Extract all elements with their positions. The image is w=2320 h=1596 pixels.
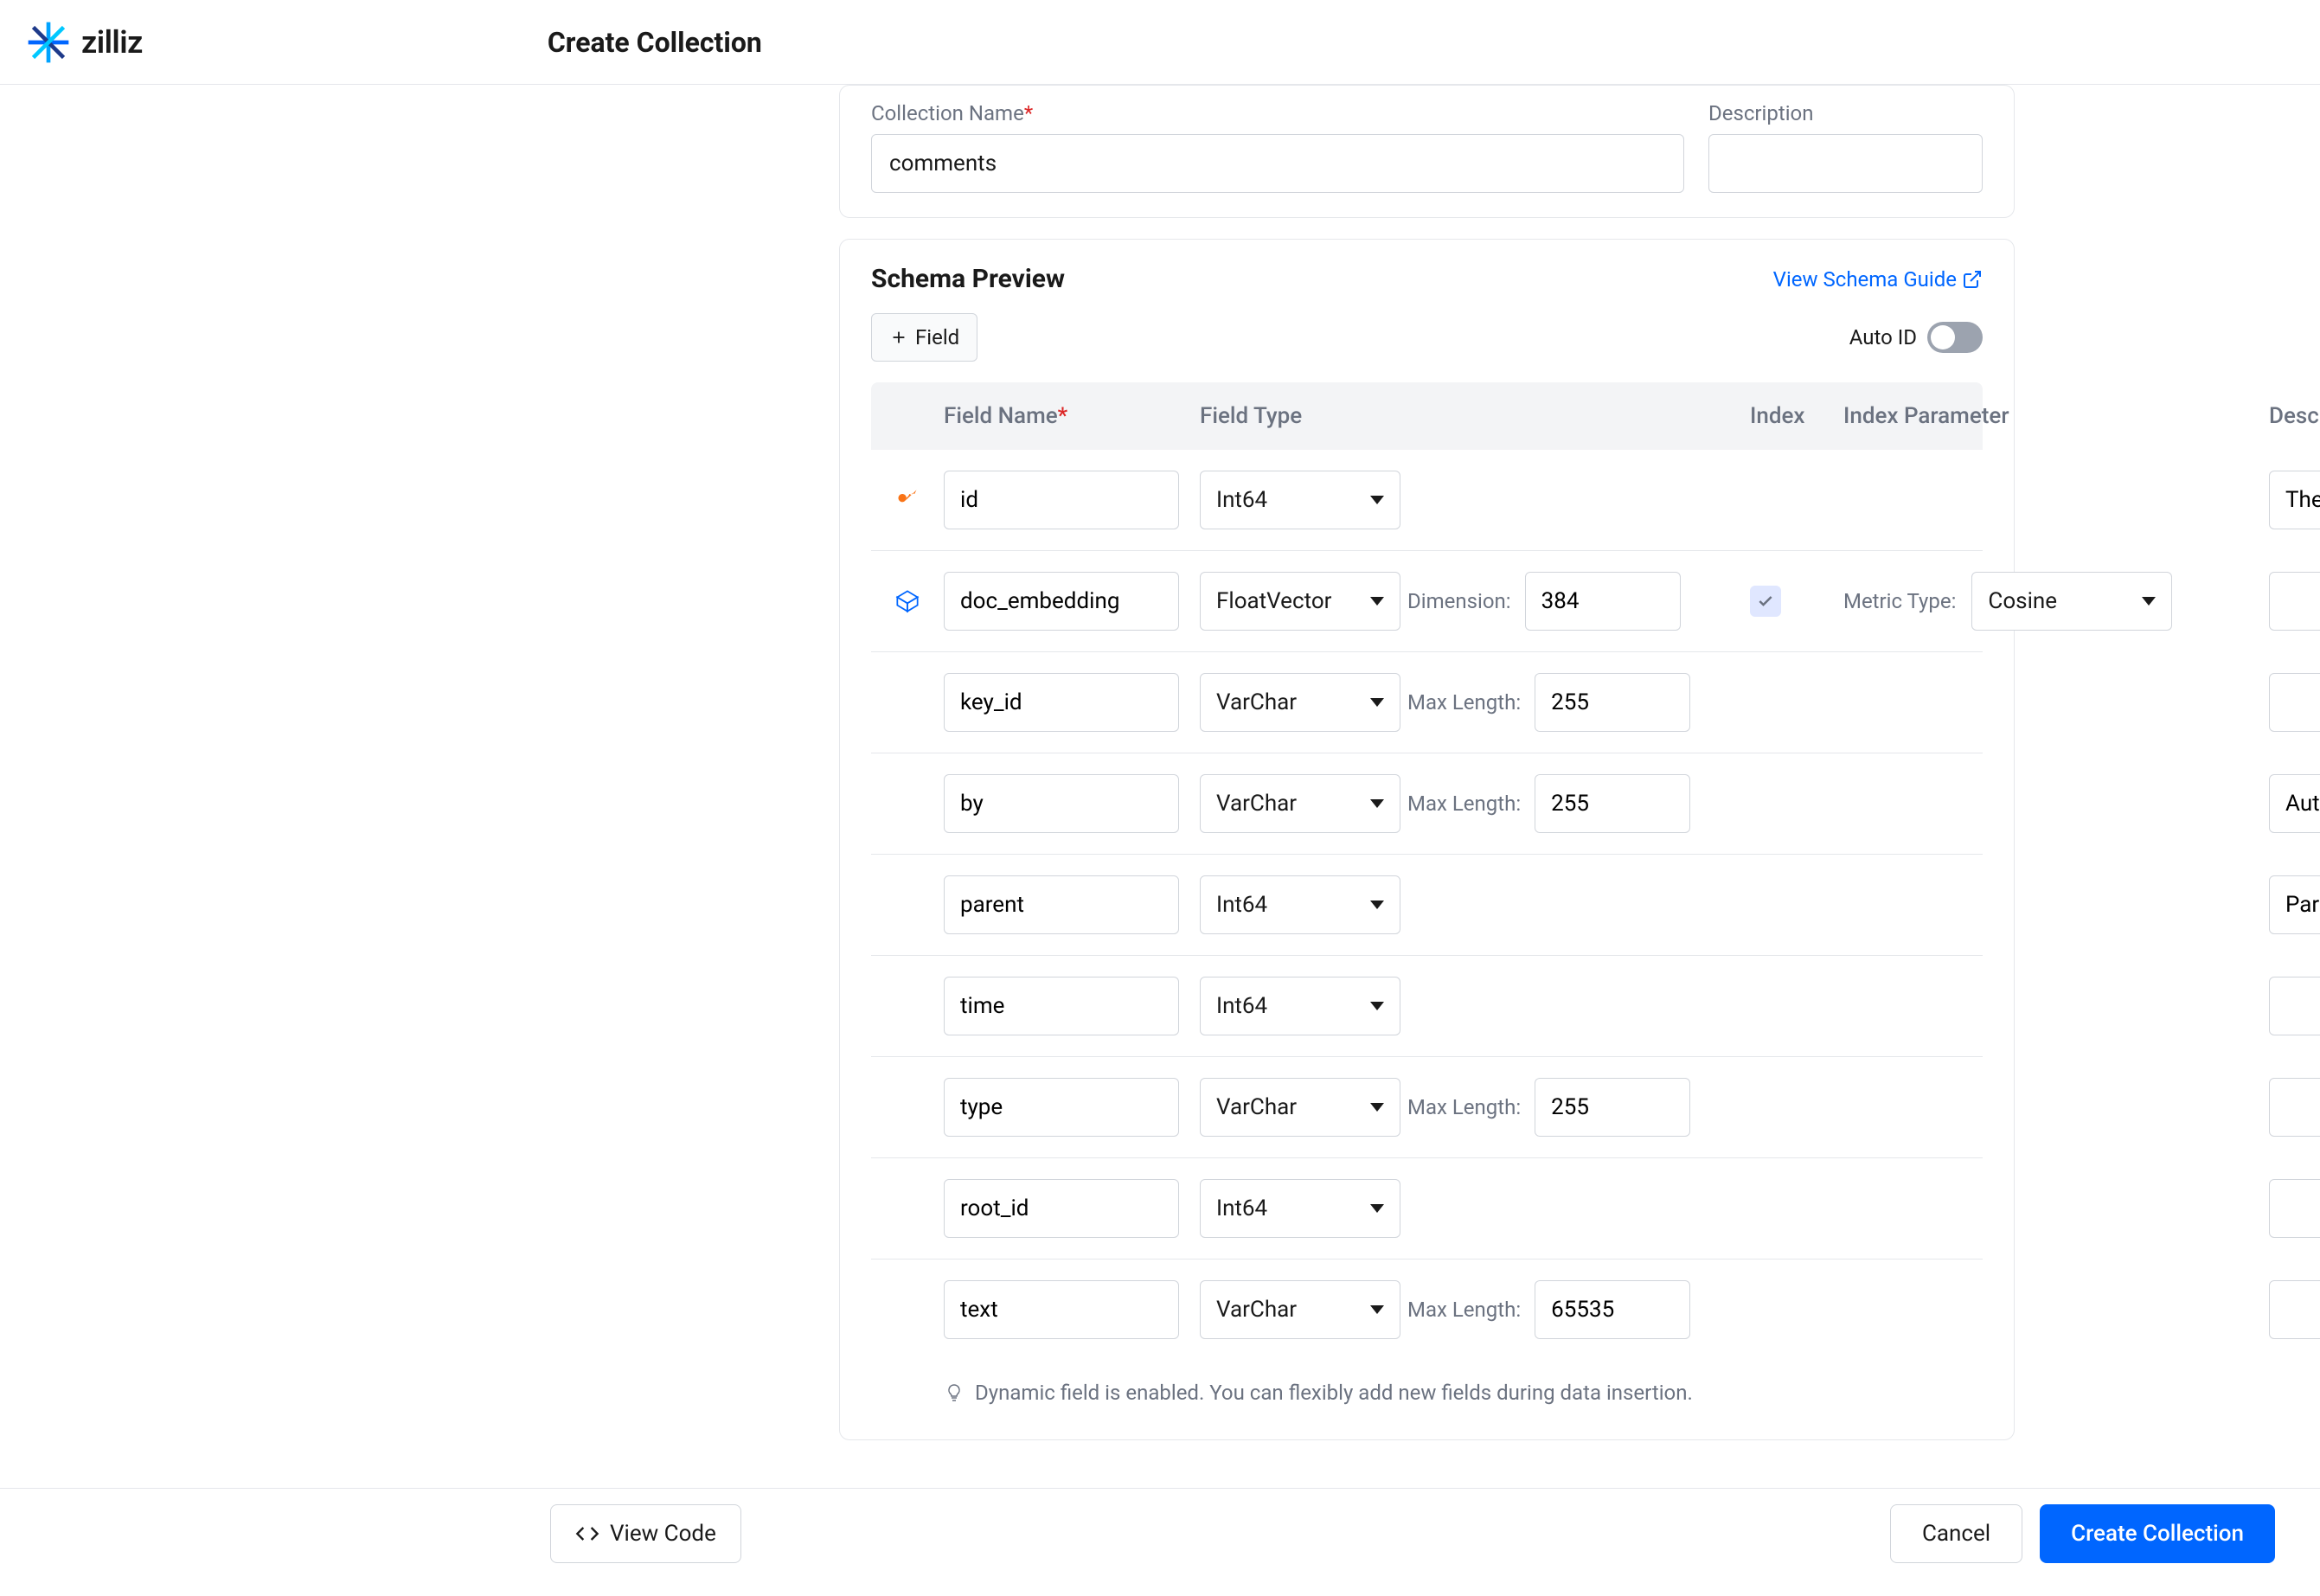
field-name-input[interactable] bbox=[944, 1280, 1179, 1339]
chevron-down-icon bbox=[1370, 1002, 1384, 1010]
collection-name-input[interactable] bbox=[871, 134, 1684, 193]
max_length-input[interactable] bbox=[1535, 1078, 1690, 1137]
col-field-name: Field Name* bbox=[944, 403, 1200, 429]
field-description-input[interactable] bbox=[2269, 875, 2320, 934]
footer-bar: View Code Cancel Create Collection bbox=[0, 1488, 2320, 1578]
metric-type-label: Metric Type: bbox=[1843, 589, 1956, 613]
lightbulb-icon bbox=[944, 1382, 965, 1403]
dynamic-field-hint: Dynamic field is enabled. You can flexib… bbox=[871, 1381, 1983, 1405]
field-name-input[interactable] bbox=[944, 572, 1179, 631]
brand-name: zilliz bbox=[81, 24, 143, 61]
chevron-down-icon bbox=[1370, 799, 1384, 808]
table-row: FloatVectorDimension:Metric Type:Cosine bbox=[871, 551, 1983, 652]
field-type-select[interactable]: Int64 bbox=[1200, 1179, 1400, 1238]
max_length-label: Max Length: bbox=[1407, 1095, 1521, 1119]
view-code-button[interactable]: View Code bbox=[550, 1504, 741, 1563]
field-description-input[interactable] bbox=[2269, 673, 2320, 732]
key-icon bbox=[895, 488, 920, 512]
cancel-button[interactable]: Cancel bbox=[1890, 1504, 2022, 1563]
chevron-down-icon bbox=[1370, 698, 1384, 707]
chevron-down-icon bbox=[1370, 1103, 1384, 1112]
external-link-icon bbox=[1962, 269, 1983, 290]
vector-icon bbox=[895, 589, 920, 613]
create-collection-button[interactable]: Create Collection bbox=[2040, 1504, 2275, 1563]
field-type-select[interactable]: VarChar bbox=[1200, 1078, 1400, 1137]
schema-guide-link[interactable]: View Schema Guide bbox=[1773, 267, 1983, 292]
auto-id-toggle[interactable] bbox=[1927, 322, 1983, 353]
plus-icon bbox=[889, 328, 908, 347]
field-name-input[interactable] bbox=[944, 977, 1179, 1035]
field-type-select[interactable]: FloatVector bbox=[1200, 572, 1400, 631]
chevron-down-icon bbox=[1370, 901, 1384, 909]
brand-logo[interactable]: zilliz bbox=[24, 18, 143, 67]
collection-name-label: Collection Name* bbox=[871, 101, 1684, 125]
field-description-input[interactable] bbox=[2269, 1280, 2320, 1339]
chevron-down-icon bbox=[1370, 496, 1384, 504]
field-description-input[interactable] bbox=[2269, 774, 2320, 833]
table-row: VarChar Max Length: bbox=[871, 1259, 1983, 1360]
field-name-input[interactable] bbox=[944, 673, 1179, 732]
field-type-select[interactable]: Int64 bbox=[1200, 471, 1400, 529]
chevron-down-icon bbox=[1370, 1305, 1384, 1314]
dimension-input[interactable] bbox=[1525, 572, 1681, 631]
table-row: Int64 bbox=[871, 956, 1983, 1057]
top-bar: zilliz Create Collection bbox=[0, 0, 2320, 85]
field-name-input[interactable] bbox=[944, 1078, 1179, 1137]
field-type-select[interactable]: Int64 bbox=[1200, 875, 1400, 934]
index-checkbox[interactable] bbox=[1750, 586, 1781, 617]
table-row: VarChar Max Length: bbox=[871, 753, 1983, 855]
description-label: Description bbox=[1708, 101, 1983, 125]
zilliz-logo-icon bbox=[24, 18, 73, 67]
schema-title: Schema Preview bbox=[871, 264, 1065, 294]
table-row: Int64 bbox=[871, 1158, 1983, 1259]
max_length-label: Max Length: bbox=[1407, 792, 1521, 816]
collection-info-card: Collection Name* Description bbox=[839, 85, 2015, 218]
field-description-input[interactable] bbox=[2269, 572, 2320, 631]
table-row: Int64 bbox=[871, 450, 1983, 551]
field-type-select[interactable]: VarChar bbox=[1200, 673, 1400, 732]
description-input[interactable] bbox=[1708, 134, 1983, 193]
add-field-button[interactable]: Field bbox=[871, 313, 977, 362]
field-type-select[interactable]: VarChar bbox=[1200, 774, 1400, 833]
field-description-input[interactable] bbox=[2269, 977, 2320, 1035]
max_length-input[interactable] bbox=[1535, 673, 1690, 732]
field-name-input[interactable] bbox=[944, 774, 1179, 833]
max_length-label: Max Length: bbox=[1407, 690, 1521, 715]
chevron-down-icon bbox=[2142, 597, 2156, 606]
max_length-input[interactable] bbox=[1535, 1280, 1690, 1339]
chevron-down-icon bbox=[1370, 1204, 1384, 1213]
schema-table-header: Field Name* Field Type Index Index Param… bbox=[871, 382, 1983, 450]
table-row: VarChar Max Length: bbox=[871, 1057, 1983, 1158]
field-name-input[interactable] bbox=[944, 1179, 1179, 1238]
max_length-label: Max Length: bbox=[1407, 1298, 1521, 1322]
max_length-input[interactable] bbox=[1535, 774, 1690, 833]
col-field-type: Field Type bbox=[1200, 403, 1407, 429]
field-type-select[interactable]: VarChar bbox=[1200, 1280, 1400, 1339]
table-row: VarChar Max Length: bbox=[871, 652, 1983, 753]
field-description-input[interactable] bbox=[2269, 1179, 2320, 1238]
col-index: Index bbox=[1750, 403, 1843, 429]
chevron-down-icon bbox=[1370, 597, 1384, 606]
field-name-input[interactable] bbox=[944, 875, 1179, 934]
col-index-param: Index Parameter bbox=[1843, 403, 2269, 429]
auto-id-label: Auto ID bbox=[1849, 325, 1917, 349]
dimension-label: Dimension: bbox=[1407, 589, 1511, 613]
metric-type-select[interactable]: Cosine bbox=[1971, 572, 2172, 631]
page-title: Create Collection bbox=[548, 26, 762, 59]
schema-card: Schema Preview View Schema Guide Field A… bbox=[839, 239, 2015, 1440]
code-icon bbox=[575, 1522, 599, 1546]
table-row: Int64 bbox=[871, 855, 1983, 956]
field-description-input[interactable] bbox=[2269, 1078, 2320, 1137]
field-type-select[interactable]: Int64 bbox=[1200, 977, 1400, 1035]
field-name-input[interactable] bbox=[944, 471, 1179, 529]
col-description: Description bbox=[2269, 403, 2320, 429]
field-description-input[interactable] bbox=[2269, 471, 2320, 529]
